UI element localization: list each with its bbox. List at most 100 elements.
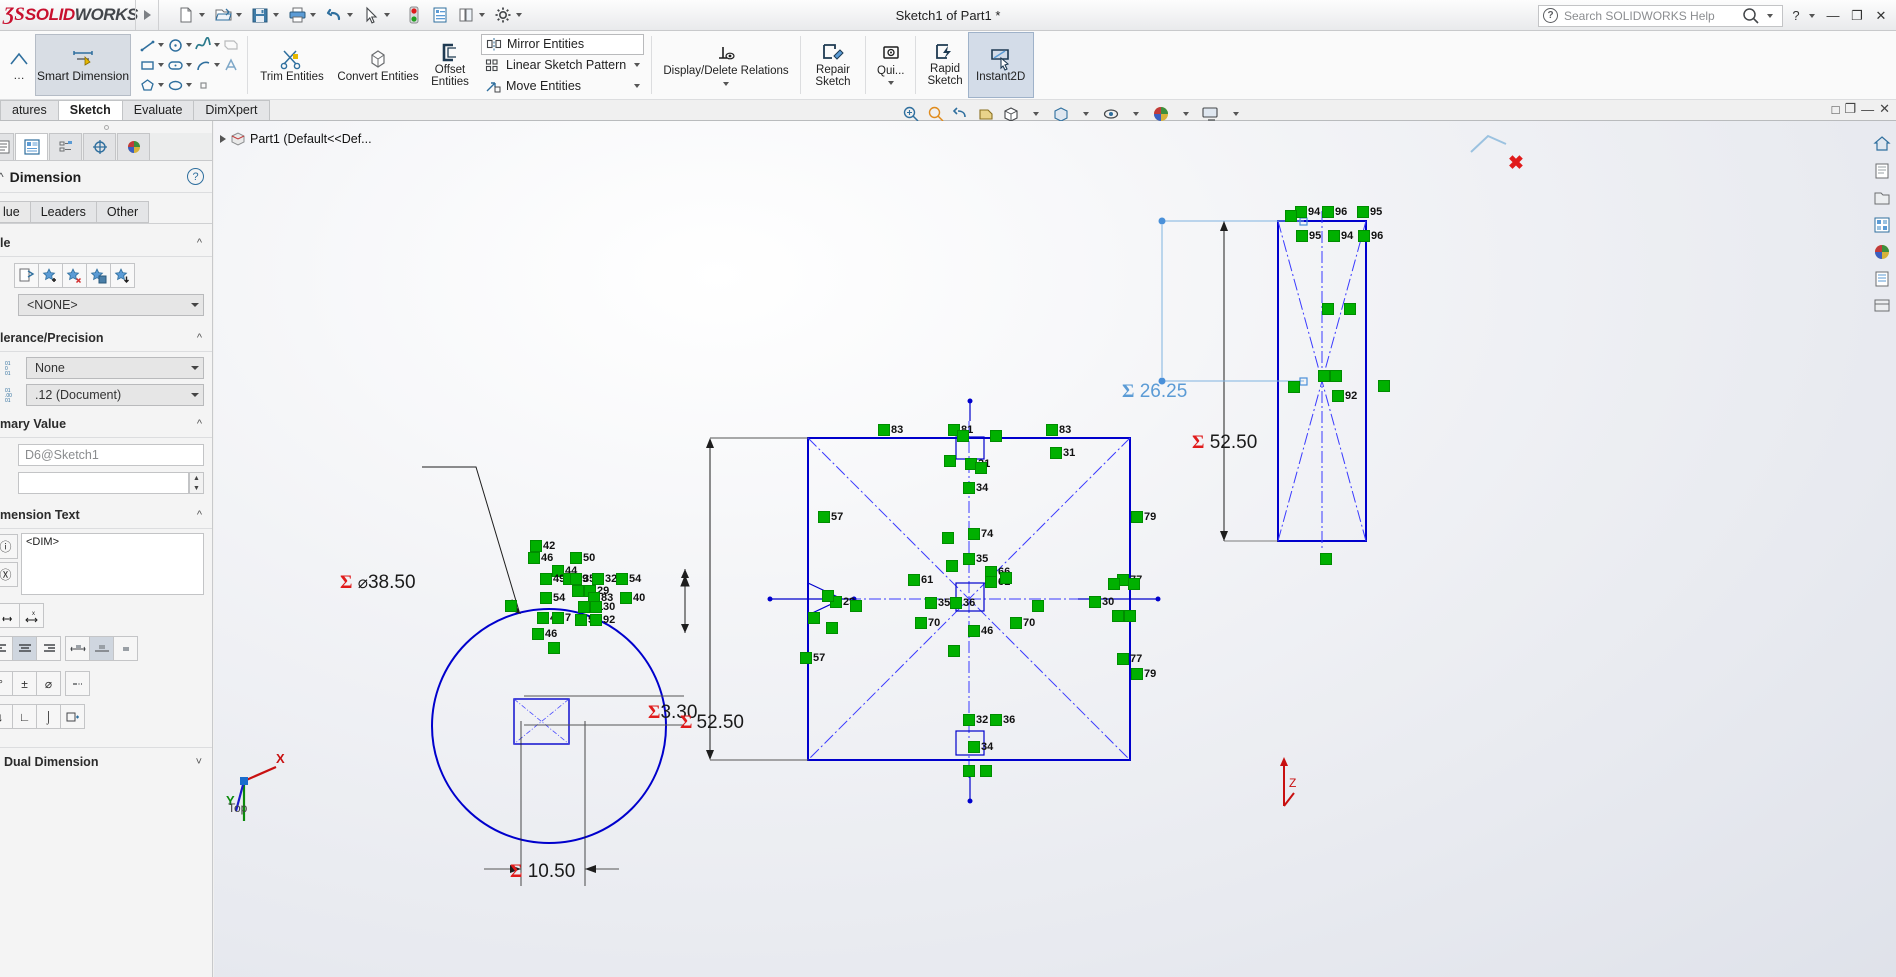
dimension-value-field[interactable] (18, 472, 189, 494)
search-input[interactable]: ? Search SOLIDWORKS Help (1538, 4, 1783, 27)
relation-marker[interactable]: 74 (968, 528, 993, 540)
doc-pin-button[interactable]: □ (1832, 102, 1840, 117)
relation-marker[interactable]: 54 (616, 573, 641, 585)
linear-sketch-pattern-button[interactable]: Linear Sketch Pattern (481, 55, 644, 76)
circle-caret[interactable] (186, 43, 192, 47)
save-style-icon[interactable] (86, 263, 111, 288)
sketch-entity-button[interactable]: … (3, 33, 35, 97)
tolerance-section-header[interactable]: lerance/Precision ^ (0, 325, 212, 352)
relation-glyph-icon[interactable] (980, 765, 992, 777)
relation-glyph-icon[interactable] (990, 430, 1002, 442)
relation-marker[interactable]: 96 (1358, 230, 1383, 242)
new-document-icon[interactable] (173, 2, 199, 28)
relation-marker[interactable]: 61 (908, 574, 933, 586)
load-style-icon[interactable] (110, 263, 135, 288)
align-right-icon[interactable] (36, 636, 61, 661)
restore-button[interactable]: ❐ (1846, 3, 1868, 29)
tab-features[interactable]: atures (0, 100, 59, 120)
doc-restore-button[interactable]: ❐ (1844, 101, 1856, 117)
style-select[interactable]: <NONE> (18, 294, 204, 316)
display-delete-relations-button[interactable]: Display/Delete Relations (658, 33, 794, 97)
home-icon[interactable] (1870, 132, 1894, 156)
line-icon[interactable] (137, 36, 157, 55)
dimension-name-field[interactable]: D6@Sketch1 (18, 444, 204, 466)
custom-properties-icon[interactable] (1870, 267, 1894, 291)
window-tile-caret[interactable] (479, 13, 485, 17)
dimxpert-manager-tab[interactable] (83, 133, 116, 160)
undo-caret[interactable] (347, 13, 353, 17)
relation-marker[interactable]: 92 (590, 614, 615, 626)
relation-marker[interactable]: 96 (1322, 206, 1347, 218)
relation-marker[interactable]: 34 (968, 741, 993, 753)
tolerance-section-chevron-icon[interactable]: ^ (197, 332, 202, 344)
relation-marker[interactable]: 95 (1357, 206, 1382, 218)
relation-marker[interactable]: 57 (818, 511, 843, 523)
tab-dimxpert[interactable]: DimXpert (193, 100, 270, 120)
spline-icon[interactable] (193, 36, 213, 55)
task-pane-appearance-icon[interactable] (1870, 159, 1894, 183)
text-icon[interactable] (221, 56, 241, 75)
panel-splitter-handle[interactable] (0, 121, 212, 133)
relation-glyph-icon[interactable] (1318, 370, 1330, 382)
arc-icon[interactable] (193, 56, 213, 75)
relation-glyph-icon[interactable] (808, 612, 820, 624)
relation-marker[interactable]: 83 (878, 424, 903, 436)
more-symbols2-icon[interactable] (60, 704, 85, 729)
open-icon[interactable] (210, 2, 236, 28)
repair-sketch-button[interactable]: Repair Sketch (807, 33, 859, 97)
arc-caret[interactable] (214, 63, 220, 67)
relation-marker[interactable]: 42 (530, 540, 555, 552)
relation-marker[interactable]: 83 (1046, 424, 1071, 436)
rebuild-icon[interactable] (401, 2, 427, 28)
help-caret[interactable] (1809, 13, 1815, 18)
relation-glyph-icon[interactable] (1108, 578, 1120, 590)
relation-marker[interactable]: 32 (592, 573, 617, 585)
window-tile-icon[interactable] (453, 2, 479, 28)
select-icon[interactable] (358, 2, 384, 28)
point-icon[interactable] (193, 76, 213, 95)
relation-glyph-icon[interactable] (975, 462, 987, 474)
relation-glyph-icon[interactable] (1124, 610, 1136, 622)
doc-close-button[interactable]: ✕ (1879, 101, 1890, 117)
relation-glyph-icon[interactable] (1112, 610, 1124, 622)
relation-glyph-icon[interactable] (1000, 572, 1012, 584)
text-offset-icon[interactable] (0, 603, 20, 628)
dual-dimension-section-header[interactable]: Dual Dimension ˅ (0, 747, 212, 776)
menu-expand-button[interactable] (136, 0, 158, 30)
dim-52-50-right[interactable]: Σ 52.50 (1192, 432, 1257, 454)
plane-icon[interactable] (221, 36, 241, 55)
dimension-text-area[interactable]: <DIM> (21, 533, 204, 595)
help-button[interactable]: ? (1785, 3, 1807, 29)
relation-marker[interactable]: 31 (1050, 447, 1075, 459)
relation-marker[interactable]: 40 (620, 592, 645, 604)
feature-tree-root-row[interactable]: Part1 (Default<<Def... (214, 121, 1896, 146)
align-center-icon[interactable] (12, 636, 37, 661)
relation-marker[interactable]: 35 (925, 597, 950, 609)
relation-glyph-icon[interactable] (1032, 600, 1044, 612)
display-manager-tab[interactable] (117, 133, 150, 160)
rectangle-caret[interactable] (158, 63, 164, 67)
diameter-dim[interactable]: Σ ⌀38.50 (340, 572, 416, 594)
depth-icon[interactable]: ⌡ (36, 704, 61, 729)
style-section-header[interactable]: le ^ (0, 224, 212, 257)
tab-evaluate[interactable]: Evaluate (121, 100, 195, 120)
offset-entities-button[interactable]: Offset Entities (426, 33, 474, 97)
view-palette-icon[interactable] (1870, 213, 1894, 237)
dual-dimension-chevron-icon[interactable]: ˅ (196, 756, 202, 768)
value-spinner[interactable]: ▲ ▼ (189, 472, 204, 494)
relation-glyph-icon[interactable] (826, 622, 838, 634)
slot-icon[interactable] (165, 56, 185, 75)
width-dim-10-50[interactable]: Σ 10.50 (510, 861, 575, 883)
plus-minus-icon[interactable]: ± (12, 671, 37, 696)
circle-icon[interactable] (165, 36, 185, 55)
square-icon[interactable]: ∟ (12, 704, 37, 729)
relation-marker[interactable]: 30 (1089, 596, 1114, 608)
relation-marker[interactable]: 94 (1328, 230, 1353, 242)
file-explorer-icon[interactable] (1870, 186, 1894, 210)
tolerance-type-select[interactable]: None (26, 357, 204, 379)
relation-glyph-icon[interactable] (946, 560, 958, 572)
quick-snaps-button[interactable]: Qui... (872, 33, 909, 97)
save-icon[interactable] (247, 2, 273, 28)
relation-marker[interactable]: 36 (950, 597, 975, 609)
relation-marker[interactable]: 54 (540, 592, 565, 604)
